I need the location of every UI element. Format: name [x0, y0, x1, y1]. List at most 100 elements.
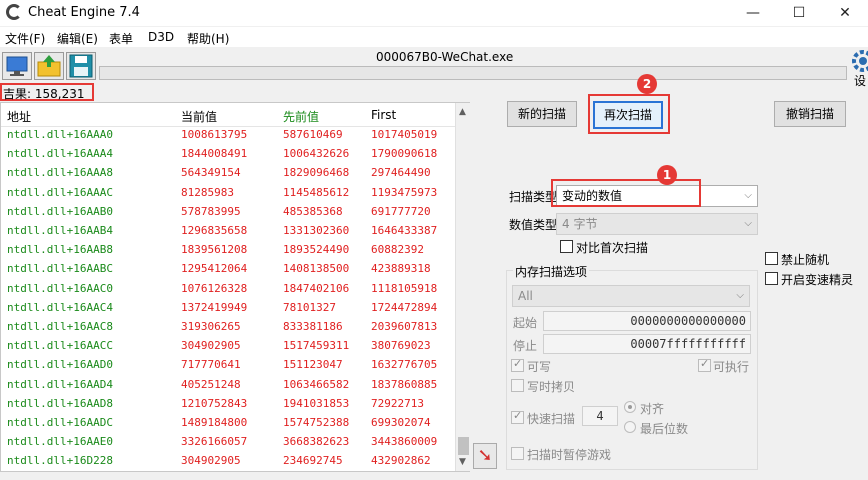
value-type-select[interactable]: 4 字节 ⌵	[556, 213, 758, 235]
stop-address-label: 停止	[513, 339, 538, 353]
column-previous-value[interactable]: 先前值	[283, 108, 319, 125]
table-row[interactable]: ntdll.dll+16AAB0 578783995 485385368 691777…	[1, 205, 453, 224]
monitor-icon	[6, 56, 28, 76]
disable-random-checkbox[interactable]	[765, 252, 778, 265]
current-value-cell: 1295412064	[181, 262, 248, 276]
menu-file[interactable]: 文件(F)	[5, 30, 45, 47]
table-row[interactable]: ntdll.dll+16AABC 1295412064 1408138500 4238…	[1, 262, 453, 281]
table-row[interactable]: ntdll.dll+16AACC 304902905 1517459311 38076…	[1, 339, 453, 358]
vertical-scrollbar[interactable]: ▲ ▼	[455, 103, 470, 471]
writable-checkbox[interactable]	[511, 357, 524, 372]
copy-on-write-checkbox[interactable]	[511, 379, 524, 392]
close-button[interactable]: ✕	[822, 0, 868, 26]
scan-type-label: 扫描类型	[509, 190, 558, 204]
memory-region-value: All	[518, 289, 533, 303]
address-cell: ntdll.dll+16AAA4	[7, 147, 113, 161]
previous-value-cell: 1006432626	[283, 147, 350, 161]
previous-value-cell: 1847402106	[283, 281, 350, 295]
floppy-disk-icon	[69, 54, 93, 78]
stop-address-field[interactable]: 00007fffffffffff	[543, 334, 751, 354]
current-value-cell: 1839561208	[181, 243, 248, 257]
previous-value-cell: 1829096468	[283, 166, 350, 180]
table-row[interactable]: ntdll.dll+16AAE0 3326166057 3668382623 3443…	[1, 435, 453, 454]
pause-game-checkbox[interactable]	[511, 447, 524, 460]
title-bar: Cheat Engine 7.4 — ☐ ✕	[0, 0, 868, 26]
last-digits-radio[interactable]	[624, 421, 636, 433]
table-row[interactable]: ntdll.dll+16AAD0 717770641 151123047 163277…	[1, 358, 453, 377]
column-address[interactable]: 地址	[7, 108, 31, 125]
start-address-field[interactable]: 0000000000000000	[543, 311, 751, 331]
table-row[interactable]: ntdll.dll+16AAD8 1210752843 1941031853 7292…	[1, 397, 453, 416]
minimize-button[interactable]: —	[730, 0, 776, 26]
previous-value-cell: 1574752388	[283, 416, 350, 429]
disable-random-label: 禁止随机	[781, 253, 830, 267]
menu-d3d[interactable]: D3D	[148, 30, 174, 44]
table-row[interactable]: ntdll.dll+16AAC0 1076126328 1847402106 1118…	[1, 282, 453, 301]
compare-first-checkbox[interactable]	[560, 240, 573, 253]
menu-edit[interactable]: 编辑(E)	[57, 30, 98, 47]
scroll-down-icon[interactable]: ▼	[459, 457, 466, 467]
current-value-cell: 304902905	[181, 454, 241, 468]
results-list[interactable]: 地址 当前值 先前值 First ntdll.dll+16AAA0 1008613…	[0, 102, 470, 472]
previous-value-cell: 3668382623	[283, 435, 350, 449]
previous-value-cell: 587610469	[283, 128, 343, 141]
open-folder-icon	[37, 55, 61, 77]
scan-type-highlight	[551, 179, 701, 207]
first-value-cell: 423889318	[371, 262, 431, 276]
scrollbar-thumb[interactable]	[458, 437, 469, 455]
first-value-cell: 1724472894	[371, 300, 438, 314]
current-value-cell: 1210752843	[181, 396, 248, 410]
undo-scan-button[interactable]: 撤销扫描	[774, 101, 846, 127]
fast-scan-value-field[interactable]: 4	[582, 406, 618, 426]
table-row[interactable]: ntdll.dll+16AAA4 1844008491 1006432626 1790…	[1, 147, 453, 166]
table-row[interactable]: ntdll.dll+16AAC4 1372419949 78101327 172447…	[1, 301, 453, 320]
list-header: 地址 当前值 先前值 First	[1, 103, 455, 127]
address-cell: ntdll.dll+16AAC8	[7, 320, 113, 333]
column-current-value[interactable]: 当前值	[181, 108, 217, 125]
executable-checkbox[interactable]	[698, 357, 711, 372]
executable-label: 可执行	[713, 360, 750, 374]
select-process-button[interactable]	[2, 52, 32, 80]
table-row[interactable]: ntdll.dll+16AAB8 1839561208 1893524490 6088…	[1, 243, 453, 262]
table-row[interactable]: ntdll.dll+16AAA0 1008613795 587610469 10174…	[1, 128, 453, 147]
memory-region-select[interactable]: All ⌵	[512, 285, 750, 307]
value-type-label: 数值类型	[509, 218, 558, 232]
process-title: 000067B0-WeChat.exe	[376, 50, 514, 64]
maximize-button[interactable]: ☐	[776, 0, 822, 26]
next-scan-button[interactable]: 再次扫描	[593, 101, 663, 129]
fast-scan-checkbox[interactable]	[511, 409, 524, 424]
current-value-cell: 1008613795	[181, 128, 248, 141]
table-row[interactable]: ntdll.dll+16AAAC 81285983 1145485612 119347…	[1, 186, 453, 205]
speedhack-checkbox[interactable]	[765, 272, 778, 285]
previous-value-cell: 78101327	[283, 300, 336, 314]
step-badge-1: 1	[657, 165, 677, 185]
address-cell: ntdll.dll+16AADC	[7, 416, 113, 429]
red-arrow-icon: ➘	[477, 445, 493, 466]
save-button[interactable]	[66, 52, 96, 80]
address-cell: ntdll.dll+16AAE0	[7, 435, 113, 449]
table-row[interactable]: ntdll.dll+16AADC 1489184800 1574752388 6993…	[1, 416, 453, 435]
settings-button[interactable]: 设	[850, 50, 868, 88]
table-row[interactable]: ntdll.dll+16AAD4 405251248 1063466582 18378…	[1, 378, 453, 397]
table-row[interactable]: ntdll.dll+16D228 304902905 234692745 432902…	[1, 454, 453, 473]
new-scan-button[interactable]: 新的扫描	[507, 101, 577, 127]
table-row[interactable]: ntdll.dll+16AAB4 1296835658 1331302360 1646…	[1, 224, 453, 243]
menu-table[interactable]: 表单	[109, 30, 133, 47]
table-row[interactable]: ntdll.dll+16AAA8 564349154 1829096468 29746…	[1, 166, 453, 185]
current-value-cell: 3326166057	[181, 435, 248, 449]
align-radio[interactable]	[624, 401, 636, 413]
add-to-list-button[interactable]: ➘	[473, 443, 497, 469]
scroll-up-icon[interactable]: ▲	[459, 107, 466, 117]
first-value-cell: 1790090618	[371, 147, 438, 161]
open-file-button[interactable]	[34, 52, 64, 80]
first-value-cell: 2039607813	[371, 320, 438, 333]
address-cell: ntdll.dll+16AACC	[7, 339, 113, 353]
menu-help[interactable]: 帮助(H)	[187, 30, 229, 47]
compare-first-label: 对比首次扫描	[576, 241, 649, 255]
copy-on-write-label: 写时拷贝	[527, 380, 576, 394]
speedhack-label: 开启变速精灵	[781, 273, 854, 287]
address-cell: ntdll.dll+16AAD0	[7, 358, 113, 372]
address-cell: ntdll.dll+16AAAC	[7, 185, 113, 199]
table-row[interactable]: ntdll.dll+16AAC8 319306265 833381186 203960…	[1, 320, 453, 339]
column-first[interactable]: First	[371, 108, 396, 122]
